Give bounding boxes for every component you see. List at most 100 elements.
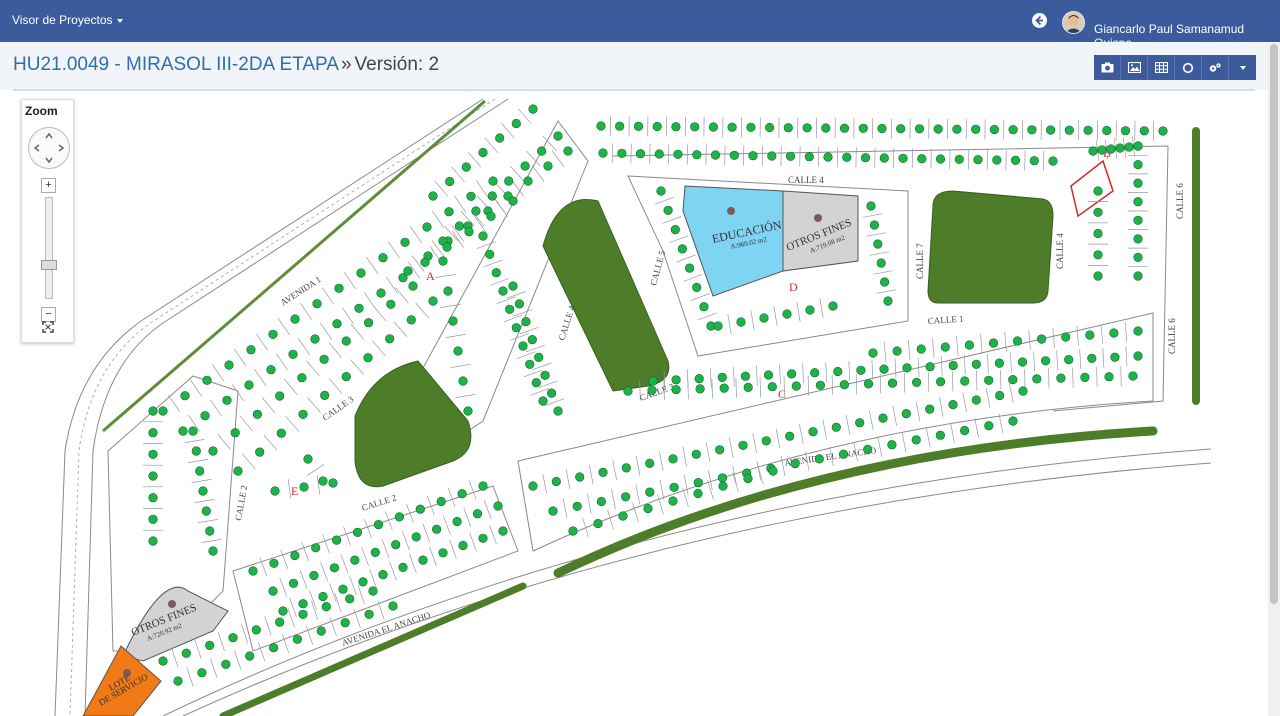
- lot-marker[interactable]: [398, 562, 408, 573]
- lot-marker[interactable]: [902, 363, 912, 373]
- lot-marker[interactable]: [504, 176, 514, 186]
- lot-marker[interactable]: [615, 121, 625, 131]
- lot-marker[interactable]: [312, 299, 322, 309]
- lot-marker[interactable]: [866, 201, 876, 211]
- lot-marker[interactable]: [358, 577, 368, 587]
- lot-marker[interactable]: [268, 586, 278, 596]
- lot-marker[interactable]: [623, 386, 633, 396]
- lot-marker[interactable]: [1133, 326, 1143, 336]
- lot-marker[interactable]: [1133, 215, 1143, 225]
- lot-marker[interactable]: [269, 643, 279, 653]
- lot-marker[interactable]: [148, 493, 158, 503]
- lot-marker[interactable]: [432, 524, 442, 534]
- lot-marker[interactable]: [269, 558, 279, 568]
- page-scrollbar[interactable]: [1268, 42, 1280, 716]
- lot-marker[interactable]: [695, 384, 705, 394]
- lot-marker[interactable]: [276, 428, 286, 438]
- lot-marker[interactable]: [838, 449, 849, 459]
- lot-marker[interactable]: [635, 149, 646, 159]
- lot-marker[interactable]: [252, 409, 262, 419]
- lot-marker[interactable]: [988, 338, 999, 348]
- lot-marker[interactable]: [318, 476, 328, 486]
- lot-marker[interactable]: [334, 283, 344, 293]
- lot-marker[interactable]: [876, 258, 886, 268]
- lot-marker[interactable]: [878, 413, 888, 423]
- lot-marker[interactable]: [790, 459, 800, 469]
- lot-marker[interactable]: [868, 348, 878, 358]
- lot-marker[interactable]: [1085, 330, 1095, 340]
- lot-marker[interactable]: [454, 221, 465, 231]
- lot-marker[interactable]: [948, 400, 958, 410]
- lot-marker[interactable]: [201, 506, 211, 516]
- lot-marker[interactable]: [736, 317, 746, 327]
- lot-marker[interactable]: [406, 315, 416, 325]
- lot-marker[interactable]: [354, 303, 364, 313]
- lot-marker[interactable]: [671, 375, 681, 385]
- lot-marker[interactable]: [534, 352, 544, 363]
- lot-marker[interactable]: [370, 547, 380, 558]
- project-code-link[interactable]: HU21.0049 - MIRASOL III-2DA ETAPA: [13, 54, 339, 75]
- lot-marker[interactable]: [791, 381, 801, 391]
- lot-marker[interactable]: [398, 273, 408, 283]
- lot-marker[interactable]: [1064, 355, 1074, 365]
- lot-marker[interactable]: [621, 463, 631, 473]
- lot-marker[interactable]: [740, 371, 751, 381]
- lot-marker[interactable]: [617, 148, 627, 158]
- lot-marker[interactable]: [508, 196, 518, 206]
- lot-marker[interactable]: [964, 340, 975, 350]
- lot-marker[interactable]: [485, 249, 495, 259]
- lot-marker[interactable]: [808, 427, 818, 437]
- lot-marker[interactable]: [768, 466, 778, 476]
- lot-marker[interactable]: [553, 406, 563, 416]
- lot-marker[interactable]: [388, 601, 398, 611]
- lot-marker[interactable]: [1040, 356, 1051, 366]
- lot-marker[interactable]: [973, 155, 983, 165]
- lot-marker[interactable]: [1139, 126, 1149, 136]
- lot-marker[interactable]: [364, 318, 374, 328]
- lot-marker[interactable]: [528, 481, 538, 491]
- lot-marker[interactable]: [618, 511, 628, 521]
- lot-marker[interactable]: [341, 336, 351, 346]
- lot-marker[interactable]: [202, 375, 212, 385]
- lot-marker[interactable]: [538, 396, 548, 406]
- lot-marker[interactable]: [1029, 156, 1039, 166]
- lot-marker[interactable]: [713, 321, 723, 331]
- lot-marker[interactable]: [298, 609, 308, 619]
- lot-marker[interactable]: [329, 563, 340, 573]
- subdivision-plan[interactable]: AVENIDA 1 AVENIDA EL ANACHO AVENIDA EL A…: [13, 91, 1255, 716]
- lot-marker[interactable]: [684, 263, 695, 273]
- lot-marker[interactable]: [710, 150, 721, 160]
- lot-marker[interactable]: [879, 277, 890, 287]
- lot-marker[interactable]: [491, 268, 501, 278]
- lot-marker[interactable]: [1158, 126, 1168, 136]
- lot-marker[interactable]: [1045, 125, 1056, 135]
- lot-marker[interactable]: [860, 153, 871, 163]
- lot-marker[interactable]: [763, 370, 774, 380]
- lot-marker[interactable]: [531, 378, 541, 388]
- zoom-slider-handle[interactable]: [41, 260, 57, 270]
- options-dropdown-button[interactable]: [1229, 55, 1256, 80]
- lot-marker[interactable]: [415, 504, 425, 514]
- lot-marker[interactable]: [180, 391, 190, 401]
- pan-control[interactable]: [28, 127, 70, 169]
- lot-marker[interactable]: [487, 191, 497, 201]
- lot-marker[interactable]: [652, 121, 662, 132]
- lot-marker[interactable]: [400, 237, 410, 247]
- lot-marker[interactable]: [887, 440, 897, 450]
- lot-marker[interactable]: [546, 388, 557, 398]
- lot-marker[interactable]: [158, 406, 168, 416]
- lot-marker[interactable]: [420, 257, 430, 267]
- lot-marker[interactable]: [1133, 271, 1143, 281]
- lot-marker[interactable]: [814, 454, 824, 464]
- lot-marker[interactable]: [690, 122, 700, 132]
- lot-marker[interactable]: [869, 220, 880, 230]
- lot-marker[interactable]: [148, 471, 158, 481]
- lot-marker[interactable]: [992, 155, 1002, 165]
- lot-marker[interactable]: [1124, 142, 1134, 152]
- lot-marker[interactable]: [670, 225, 680, 235]
- lot-marker[interactable]: [783, 123, 793, 133]
- lot-marker[interactable]: [759, 313, 769, 323]
- lot-marker[interactable]: [319, 354, 329, 364]
- lot-marker[interactable]: [197, 668, 207, 678]
- lot-marker[interactable]: [376, 288, 386, 298]
